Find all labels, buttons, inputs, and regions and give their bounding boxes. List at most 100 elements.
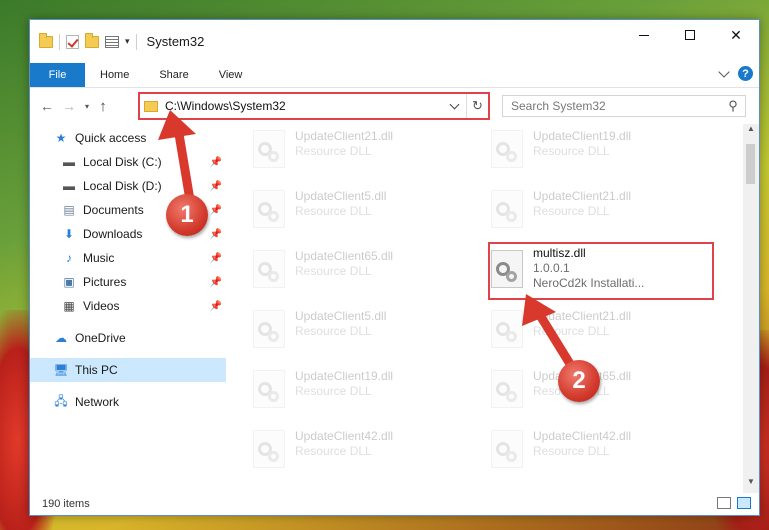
sidebar-item-label: Documents <box>83 203 144 217</box>
ribbon-tabs: File Home Share View ? <box>30 63 759 88</box>
close-icon: ✕ <box>730 26 742 43</box>
customize-toolbar-dropdown[interactable]: ▾ <box>125 36 130 47</box>
videos-icon: ▦ <box>63 299 75 313</box>
sidebar-item-quick-access[interactable]: ★ Quick access <box>30 126 226 150</box>
sidebar-item-this-pc[interactable]: 🖥 This PC <box>30 358 226 382</box>
drive-icon: ▬ <box>63 155 75 169</box>
pin-icon[interactable]: 📌 <box>210 301 222 312</box>
file-type: Resource DLL <box>295 264 372 278</box>
documents-icon: ▤ <box>63 203 75 217</box>
scrollbar-thumb[interactable] <box>746 144 755 184</box>
dll-file-icon <box>491 430 523 468</box>
maximize-button[interactable] <box>667 20 713 50</box>
sidebar-item-onedrive[interactable]: ☁ OneDrive <box>30 326 226 350</box>
list-item[interactable]: UpdateClient65.dllResource DLL <box>247 244 473 300</box>
sidebar-item-local-disk-c[interactable]: ▬ Local Disk (C:) 📌 <box>30 150 226 174</box>
search-input[interactable]: Search System32 <box>503 99 721 113</box>
file-type: Resource DLL <box>295 144 372 158</box>
pin-icon[interactable]: 📌 <box>210 253 222 264</box>
sidebar-item-label: Quick access <box>75 131 147 145</box>
pin-icon[interactable]: 📌 <box>210 229 222 240</box>
minimize-icon <box>639 34 649 36</box>
folder-icon <box>39 32 53 48</box>
back-arrow-icon[interactable]: ← <box>36 98 58 114</box>
list-item[interactable]: UpdateClient5.dll Resource DLL <box>247 304 473 360</box>
search-icon[interactable]: ⚲ <box>721 98 745 114</box>
search-box[interactable]: Search System32 ⚲ <box>502 95 746 117</box>
file-list: UpdateClient21.dll Resource DLL UpdateCli… <box>227 124 743 493</box>
scroll-up-arrow-icon[interactable]: ▲ <box>743 124 759 140</box>
list-item[interactable]: UpdateClient42.dll Resource DLL <box>485 424 711 480</box>
tab-file[interactable]: File <box>30 63 85 87</box>
address-bar[interactable]: C:\Windows\System32 ↻ <box>138 92 490 120</box>
file-name: UpdateClient42.dll <box>533 429 632 443</box>
up-arrow-icon[interactable]: ↑ <box>94 98 112 115</box>
network-icon: 🖧 <box>54 393 68 408</box>
large-icons-view-icon[interactable] <box>737 497 751 509</box>
vertical-scrollbar[interactable]: ▲ ▼ <box>743 124 759 493</box>
pin-icon[interactable]: 📌 <box>210 181 222 192</box>
dll-file-icon <box>491 370 523 408</box>
list-item[interactable]: UpdateClient42.dll Resource DLL <box>247 424 473 480</box>
expand-ribbon-chevron-icon[interactable] <box>718 65 730 78</box>
sidebar-item-network[interactable]: 🖧 Network <box>30 390 226 414</box>
pin-icon[interactable]: 📌 <box>210 157 222 168</box>
sidebar-item-label: Local Disk (D:) <box>83 179 162 193</box>
file-name: UpdateClient42.dll <box>295 429 394 443</box>
tab-view[interactable]: View <box>204 63 258 87</box>
dll-file-icon <box>253 250 285 288</box>
content-area: ★ Quick access ▬ Local Disk (C:) 📌 ▬ Loc… <box>30 124 759 493</box>
list-item[interactable]: UpdateClient19.dll Resource DLL <box>247 364 473 420</box>
address-dropdown-chevron-icon[interactable] <box>449 99 460 109</box>
list-item[interactable]: UpdateClient21.dll Resource DLL <box>247 124 473 180</box>
file-type: Resource DLL <box>295 384 372 398</box>
pin-icon[interactable]: 📌 <box>210 205 222 216</box>
close-button[interactable]: ✕ <box>713 20 759 50</box>
sidebar-item-music[interactable]: ♪ Music 📌 <box>30 246 226 270</box>
quick-access-toolbar: ▾ <box>30 32 137 50</box>
tab-home[interactable]: Home <box>85 63 144 87</box>
file-type: Resource DLL <box>533 144 610 158</box>
explorer-window: ▾ System32 ✕ File Home Share View ? ← → … <box>29 19 760 516</box>
address-path[interactable]: C:\Windows\System32 <box>165 99 451 113</box>
navigation-pane: ★ Quick access ▬ Local Disk (C:) 📌 ▬ Loc… <box>30 124 226 493</box>
file-name: UpdateClient21.dll <box>533 309 632 323</box>
new-folder-icon[interactable] <box>85 32 99 48</box>
folder-icon <box>144 100 158 112</box>
dll-file-icon <box>253 130 285 168</box>
recent-locations-dropdown[interactable]: ▾ <box>80 102 94 111</box>
sidebar-item-pictures[interactable]: ▣ Pictures 📌 <box>30 270 226 294</box>
properties-icon[interactable] <box>105 35 119 48</box>
dll-file-icon <box>253 370 285 408</box>
sidebar-item-local-disk-d[interactable]: ▬ Local Disk (D:) 📌 <box>30 174 226 198</box>
file-type: Resource DLL <box>533 204 610 218</box>
computer-icon: 🖥 <box>53 363 69 377</box>
list-item[interactable]: UpdateClient5.dll Resource DLL <box>247 184 473 240</box>
tab-share[interactable]: Share <box>144 63 203 87</box>
properties-check-icon[interactable] <box>66 34 79 49</box>
list-item[interactable]: UpdateClient21.dll Resource DLL <box>485 184 711 240</box>
step-2-badge: 2 <box>558 360 600 402</box>
sidebar-item-videos[interactable]: ▦ Videos 📌 <box>30 294 226 318</box>
list-item[interactable]: UpdateClient21.dll Resource DLL <box>485 304 711 360</box>
maximize-icon <box>685 30 695 40</box>
sidebar-item-label: Local Disk (C:) <box>83 155 162 169</box>
divider <box>135 33 137 50</box>
refresh-icon[interactable]: ↻ <box>466 94 488 118</box>
forward-arrow-icon[interactable]: → <box>58 98 80 114</box>
sidebar-item-label: Videos <box>83 299 120 313</box>
minimize-button[interactable] <box>621 20 667 50</box>
pin-icon[interactable]: 📌 <box>210 277 222 288</box>
dll-file-icon <box>253 430 285 468</box>
details-view-icon[interactable] <box>717 497 731 509</box>
navigation-bar: ← → ▾ ↑ C:\Windows\System32 ↻ Search Sys… <box>30 88 759 124</box>
help-icon[interactable]: ? <box>738 66 753 81</box>
pictures-icon: ▣ <box>63 275 75 289</box>
list-item[interactable]: UpdateClient19.dll Resource DLL <box>485 124 711 180</box>
window-controls: ✕ <box>621 20 759 50</box>
file-name: UpdateClient5.dll <box>295 309 387 323</box>
file-name: UpdateClient19.dll <box>295 369 394 383</box>
step-1-badge: 1 <box>166 194 208 236</box>
scroll-down-arrow-icon[interactable]: ▼ <box>743 477 759 493</box>
window-title: System32 <box>146 34 205 49</box>
